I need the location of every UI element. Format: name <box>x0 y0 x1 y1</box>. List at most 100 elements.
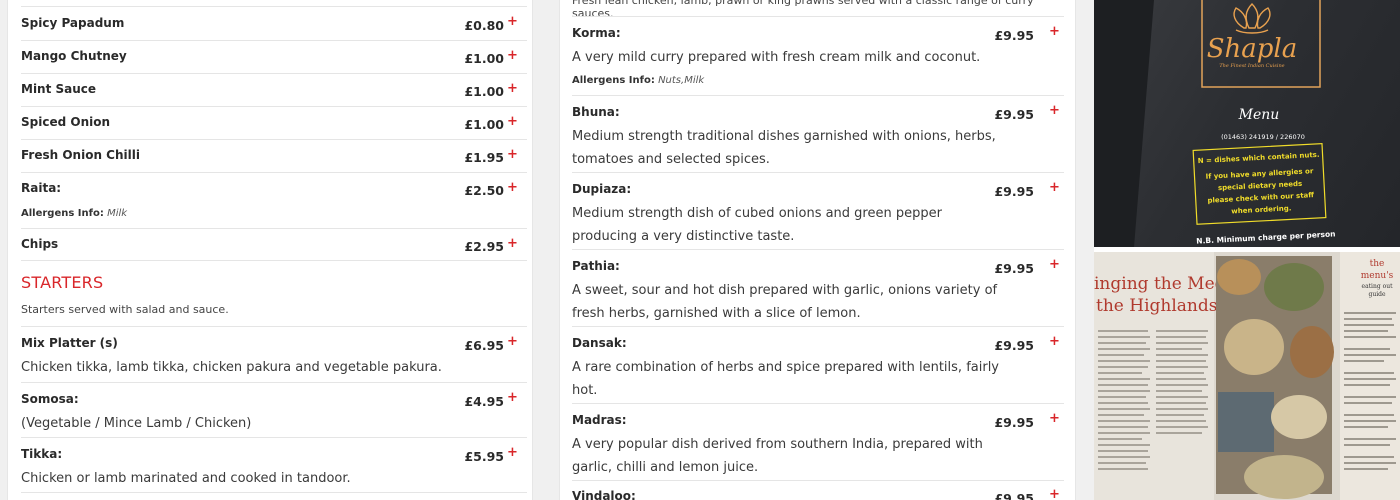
add-to-order-icon[interactable]: + <box>507 181 518 194</box>
add-to-order-icon[interactable]: + <box>507 237 518 250</box>
menu-item-row: Raita: £2.50 + Allergens Info: Milk <box>21 172 527 228</box>
item-price: £5.95 <box>464 449 504 464</box>
menu-item-row: Tikka: £5.95 + Chicken or lamb marinated… <box>21 437 527 493</box>
add-to-order-icon[interactable]: + <box>1049 258 1060 271</box>
brand-tagline: The Finest Indian Cuisine <box>1219 63 1284 69</box>
notice-line: when ordering. <box>1231 204 1291 215</box>
item-description: hot. <box>572 383 598 398</box>
add-to-order-icon[interactable]: + <box>1049 488 1060 500</box>
allergy-notice: N = dishes which contain nuts. If you ha… <box>1198 151 1320 216</box>
item-price: £6.95 <box>464 338 504 353</box>
notice-line: If you have any allergies or <box>1205 167 1314 181</box>
item-price: £1.95 <box>464 150 504 165</box>
add-to-order-icon[interactable]: + <box>507 148 518 161</box>
newspaper-article-photo[interactable]: inging the Med the Highlands the menu's … <box>1094 252 1400 500</box>
add-to-order-icon[interactable]: + <box>507 15 518 28</box>
curries-panel: Fresh lean chicken, lamb, prawn or king … <box>559 0 1076 500</box>
item-description: Medium strength traditional dishes garni… <box>572 129 996 144</box>
menu-item-row: Spiced Onion £1.00 + <box>21 106 527 139</box>
photo-gallery: Shapla The Finest Indian Cuisine Menu (0… <box>1094 0 1400 500</box>
menu-item-row: Somosa: £4.95 + (Vegetable / Mince Lamb … <box>21 382 527 437</box>
add-to-order-icon[interactable]: + <box>1049 335 1060 348</box>
add-to-order-icon[interactable]: + <box>507 446 518 459</box>
item-description: Chicken tikka, lamb tikka, chicken pakur… <box>21 360 442 375</box>
shadow-shape <box>1094 0 1154 247</box>
headline-line-1: inging the Med <box>1094 274 1226 294</box>
food-photo <box>1217 259 1261 295</box>
item-name: Spicy Papadum <box>21 16 125 30</box>
item-price: £9.95 <box>994 415 1034 430</box>
menu-item-row: Bhuna: £9.95 + Medium strength tradition… <box>572 95 1064 172</box>
item-price: £0.80 <box>464 18 504 33</box>
add-to-order-icon[interactable]: + <box>507 115 518 128</box>
item-description: Medium strength dish of cubed onions and… <box>572 206 942 221</box>
sidebar-title-line: the <box>1370 259 1385 269</box>
notice-line: please check with our staff <box>1207 191 1314 205</box>
item-price: £2.95 <box>464 239 504 254</box>
add-to-order-icon[interactable]: + <box>507 391 518 404</box>
phone-number: (01463) 241919 / 226070 <box>1221 133 1305 141</box>
menu-item-row: Dansak: £9.95 + A rare combination of he… <box>572 326 1064 403</box>
item-price: £1.00 <box>464 117 504 132</box>
item-name: Madras: <box>572 413 627 427</box>
menu-item-row: Mango Chutney £1.00 + <box>21 40 527 73</box>
item-price: £1.00 <box>464 84 504 99</box>
item-description: A rare combination of herbs and spice pr… <box>572 360 999 375</box>
item-price: £4.95 <box>464 394 504 409</box>
menu-label: Menu <box>1238 107 1280 123</box>
item-name: Dupiaza: <box>572 182 632 196</box>
minimum-charge-note: N.B. Minimum charge per person <box>1196 229 1336 245</box>
item-price: £9.95 <box>994 338 1034 353</box>
item-name: Mango Chutney <box>21 49 127 63</box>
item-description: (Vegetable / Mince Lamb / Chicken) <box>21 416 252 431</box>
add-to-order-icon[interactable]: + <box>507 82 518 95</box>
add-to-order-icon[interactable]: + <box>1049 181 1060 194</box>
sidebar-title-line: guide <box>1368 291 1385 298</box>
menu-item-row: Pathia: £9.95 + A sweet, sour and hot di… <box>572 249 1064 326</box>
item-name: Bhuna: <box>572 105 620 119</box>
allergen-label: Allergens Info: <box>21 208 104 219</box>
item-description: Chicken or lamb marinated and cooked in … <box>21 471 351 486</box>
food-photo <box>1224 319 1284 375</box>
food-photo <box>1244 455 1324 499</box>
allergen-info: Allergens Info: Nuts,Milk <box>572 75 704 86</box>
food-photo <box>1290 326 1334 378</box>
add-to-order-icon[interactable]: + <box>1049 25 1060 38</box>
item-price: £9.95 <box>994 184 1034 199</box>
add-to-order-icon[interactable]: + <box>1049 104 1060 117</box>
item-name: Chips <box>21 237 59 251</box>
item-price: £9.95 <box>994 261 1034 276</box>
item-description: garlic, chilli and lemon juice. <box>572 460 759 475</box>
sidebar-title-line: menu's <box>1361 271 1394 281</box>
section-subtitle: Starters served with salad and sauce. <box>21 303 229 316</box>
allergen-label: Allergens Info: <box>572 75 655 86</box>
item-name: Korma: <box>572 26 621 40</box>
item-description: A very popular dish derived from souther… <box>572 437 983 452</box>
headline-line-2: the Highlands <box>1096 296 1217 316</box>
menu-cover-image: Shapla The Finest Indian Cuisine Menu (0… <box>1094 0 1336 247</box>
food-photo <box>1264 263 1324 311</box>
item-name: Raita: <box>21 181 62 195</box>
item-description: tomatoes and selected spices. <box>572 152 770 167</box>
item-name: Fresh Onion Chilli <box>21 148 140 162</box>
add-to-order-icon[interactable]: + <box>507 335 518 348</box>
item-description: producing a very distinctive taste. <box>572 229 795 244</box>
allergen-info: Allergens Info: Milk <box>21 208 127 219</box>
item-name: Pathia: <box>572 259 620 273</box>
newspaper-image: inging the Med the Highlands the menu's … <box>1094 252 1400 500</box>
add-to-order-icon[interactable]: + <box>1049 412 1060 425</box>
lotus-logo-icon <box>1233 3 1271 34</box>
menu-item-row: Korma: £9.95 + A very mild curry prepare… <box>572 16 1064 95</box>
food-photo <box>1271 395 1327 439</box>
item-description: A sweet, sour and hot dish prepared with… <box>572 283 998 298</box>
item-name: Dansak: <box>572 336 627 350</box>
menu-item-row: Vindaloo: £9.95 + <box>572 480 1064 500</box>
item-name: Tikka: <box>21 447 63 461</box>
notice-line: special dietary needs <box>1218 180 1303 192</box>
item-name: Spiced Onion <box>21 115 111 129</box>
item-price: £9.95 <box>994 107 1034 122</box>
menu-cover-photo[interactable]: Shapla The Finest Indian Cuisine Menu (0… <box>1094 0 1400 247</box>
item-description: A very mild curry prepared with fresh cr… <box>572 50 981 65</box>
section-title-starters: STARTERS <box>21 273 104 292</box>
add-to-order-icon[interactable]: + <box>507 49 518 62</box>
